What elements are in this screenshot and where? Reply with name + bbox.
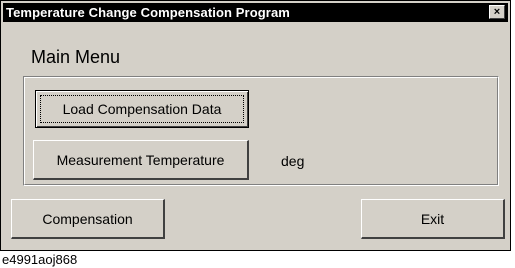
compensation-label: Compensation (42, 210, 133, 227)
main-menu-heading: Main Menu (31, 47, 121, 67)
load-compensation-data-button[interactable]: Load Compensation Data (35, 90, 249, 128)
close-icon: × (493, 5, 501, 18)
load-compensation-data-label: Load Compensation Data (62, 101, 222, 117)
figure-caption: e4991aoj868 (2, 252, 78, 267)
compensation-button[interactable]: Compensation (11, 199, 165, 239)
exit-button[interactable]: Exit (361, 199, 505, 239)
window-title: Temperature Change Compensation Program (6, 5, 290, 20)
measurement-temperature-label: Measurement Temperature (56, 151, 225, 168)
exit-label: Exit (420, 210, 445, 227)
temperature-unit-label: deg (281, 153, 305, 169)
close-button[interactable]: × (489, 5, 505, 19)
title-bar[interactable]: Temperature Change Compensation Program … (3, 3, 508, 22)
measurement-temperature-button[interactable]: Measurement Temperature (33, 140, 249, 180)
program-window: Temperature Change Compensation Program … (0, 0, 511, 251)
